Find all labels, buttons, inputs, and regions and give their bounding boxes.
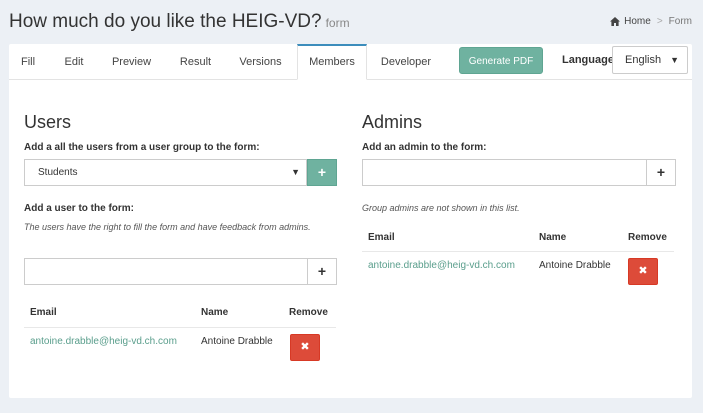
tab-bar: Fill Edit Preview Result Versions Member… <box>9 44 692 80</box>
add-user-input[interactable] <box>24 258 308 285</box>
admins-row-name: Antoine Drabble <box>539 260 611 271</box>
users-name-header: Name <box>201 307 229 318</box>
add-admin-input[interactable] <box>362 159 647 186</box>
plus-icon: + <box>317 164 327 180</box>
remove-admin-button[interactable]: ✖ <box>628 258 658 285</box>
home-icon <box>610 17 621 26</box>
caret-down-icon: ▼ <box>670 55 679 65</box>
breadcrumb-home-link[interactable]: Home <box>624 16 651 27</box>
times-icon: ✖ <box>638 265 648 277</box>
add-user-label: Add a user to the form: <box>24 203 135 214</box>
page-header: How much do you like the HEIG-VD? form Ho… <box>0 0 703 44</box>
breadcrumb: Home > Form <box>610 16 692 27</box>
tab-result[interactable]: Result <box>169 44 222 79</box>
generate-pdf-button[interactable]: Generate PDF <box>459 47 543 74</box>
tab-fill[interactable]: Fill <box>9 44 47 79</box>
page-title-text: How much do you like the HEIG-VD? <box>9 11 322 32</box>
plus-icon: + <box>656 164 666 180</box>
users-help-text: The users have the right to fill the for… <box>24 222 311 232</box>
users-remove-header: Remove <box>289 307 328 318</box>
admins-row-email[interactable]: antoine.drabble@heig-vd.ch.com <box>368 260 515 271</box>
tab-edit[interactable]: Edit <box>54 44 94 79</box>
breadcrumb-current: Form <box>668 16 692 27</box>
add-group-button[interactable]: + <box>307 159 337 186</box>
user-group-select-value: Students <box>38 167 78 178</box>
add-admin-label: Add an admin to the form: <box>362 142 487 153</box>
breadcrumb-separator: > <box>656 16 663 27</box>
page-subtitle: form <box>325 16 350 30</box>
plus-icon: + <box>317 263 327 279</box>
language-label: Language <box>562 54 614 66</box>
remove-user-button[interactable]: ✖ <box>290 334 320 361</box>
add-user-button[interactable]: + <box>307 258 337 285</box>
admins-table-divider <box>362 251 674 252</box>
page-title: How much do you like the HEIG-VD? form <box>9 11 350 33</box>
admins-email-header: Email <box>368 232 395 243</box>
add-admin-button[interactable]: + <box>646 159 676 186</box>
tab-members[interactable]: Members <box>297 44 367 80</box>
language-select-value: English <box>625 54 662 66</box>
users-email-header: Email <box>30 307 57 318</box>
members-panel: Fill Edit Preview Result Versions Member… <box>9 44 692 398</box>
users-row-email[interactable]: antoine.drabble@heig-vd.ch.com <box>30 336 177 347</box>
admins-name-header: Name <box>539 232 567 243</box>
user-group-select[interactable]: Students ▼ <box>24 159 307 186</box>
tab-versions[interactable]: Versions <box>231 44 290 79</box>
tab-preview[interactable]: Preview <box>104 44 159 79</box>
language-select[interactable]: English ▼ <box>612 46 688 74</box>
users-section-title: Users <box>24 112 72 132</box>
users-row-name: Antoine Drabble <box>201 336 273 347</box>
users-table-divider <box>24 327 336 328</box>
admins-section-title: Admins <box>362 112 423 132</box>
tab-developer[interactable]: Developer <box>371 44 441 79</box>
admins-remove-header: Remove <box>628 232 667 243</box>
times-icon: ✖ <box>300 341 310 353</box>
caret-down-icon: ▼ <box>291 167 300 177</box>
admins-help-text: Group admins are not shown in this list. <box>362 203 520 213</box>
user-group-label: Add a all the users from a user group to… <box>24 142 260 153</box>
